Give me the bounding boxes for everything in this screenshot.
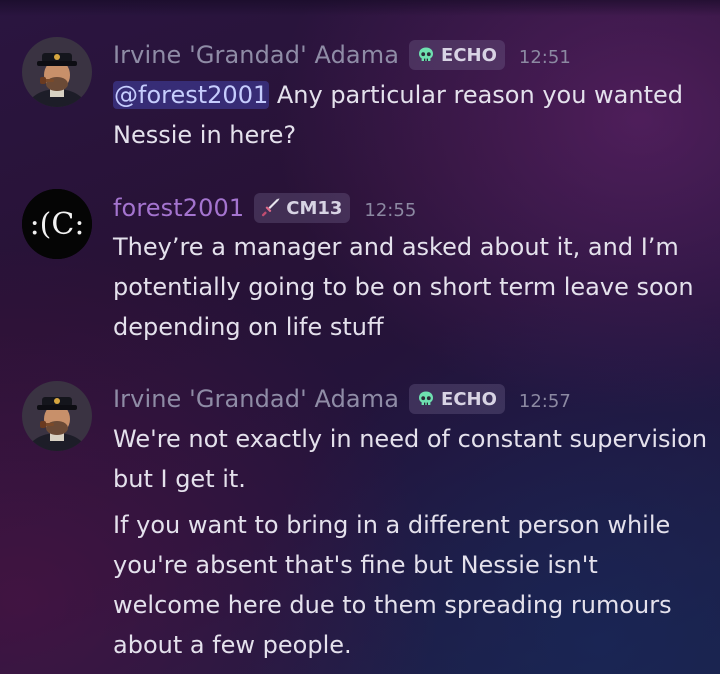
timestamp[interactable]: 12:55 (364, 200, 416, 221)
guild-tag-label: CM13 (286, 197, 343, 219)
guild-tag-label: ECHO (441, 44, 497, 66)
username[interactable]: Irvine 'Grandad' Adama (113, 41, 399, 69)
guild-tag[interactable]: ECHO (409, 40, 505, 70)
message-paragraph: We're not exactly in need of constant su… (113, 425, 708, 493)
message-content: We're not exactly in need of constant su… (113, 419, 708, 665)
message-content: @forest2001 Any particular reason you wa… (113, 75, 708, 155)
guild-tag-label: ECHO (441, 388, 497, 410)
message-header: Irvine 'Grandad' Adama ECHO 12:57 (113, 381, 571, 417)
message-header: forest2001 CM13 12:55 (113, 190, 416, 226)
avatar-text: :(C: (30, 207, 85, 242)
timestamp[interactable]: 12:57 (519, 391, 571, 412)
guild-tag[interactable]: ECHO (409, 384, 505, 414)
message-text: They’re a manager and asked about it, an… (113, 233, 694, 341)
message-paragraph: If you want to bring in a different pers… (113, 511, 672, 659)
username[interactable]: Irvine 'Grandad' Adama (113, 385, 399, 413)
skull-icon (415, 388, 437, 410)
skull-icon (415, 44, 437, 66)
sword-icon (260, 197, 282, 219)
guild-tag[interactable]: CM13 (254, 193, 351, 223)
message-content: They’re a manager and asked about it, an… (113, 227, 708, 347)
message-1[interactable]: Irvine 'Grandad' Adama ECHO 12:51 @fores… (0, 37, 720, 157)
avatar-forest[interactable]: :(C: (22, 189, 92, 259)
timestamp[interactable]: 12:51 (519, 47, 571, 68)
user-mention[interactable]: @forest2001 (113, 81, 270, 109)
scroll-fade (0, 0, 720, 16)
message-header: Irvine 'Grandad' Adama ECHO 12:51 (113, 37, 571, 73)
avatar-irvine[interactable] (22, 381, 92, 451)
message-3[interactable]: Irvine 'Grandad' Adama ECHO 12:57 We're … (0, 381, 720, 671)
avatar-irvine[interactable] (22, 37, 92, 107)
username[interactable]: forest2001 (113, 194, 244, 222)
message-2[interactable]: :(C: forest2001 CM13 12:55 They’re a man… (0, 189, 720, 349)
